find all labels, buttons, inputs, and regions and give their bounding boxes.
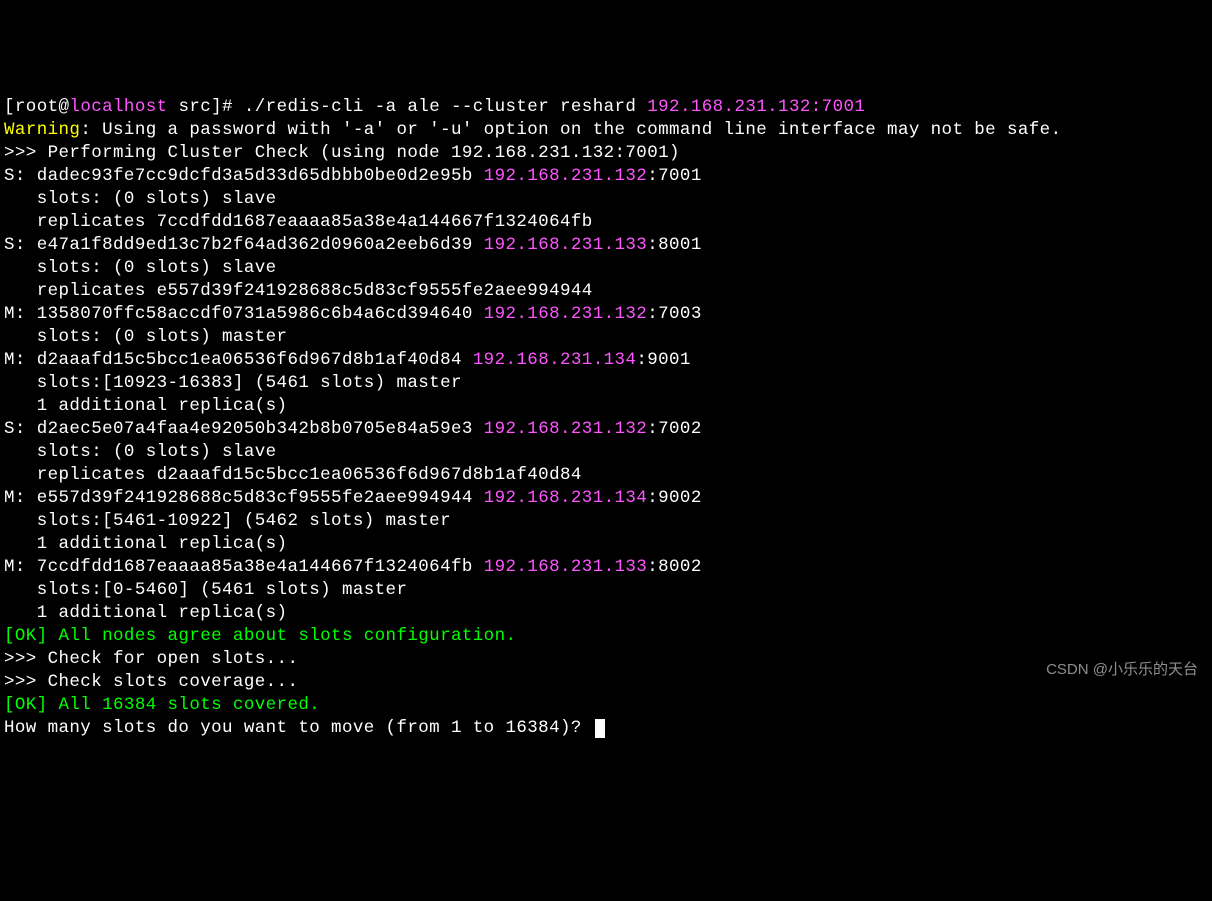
node-detail: slots:[10923-16383] (5461 slots) master	[4, 373, 462, 393]
node-port: :9001	[636, 350, 691, 370]
prompt-user: [root@	[4, 97, 69, 117]
ok-line: [OK] All 16384 slots covered.	[4, 694, 1208, 717]
node-detail-line: slots: (0 slots) slave	[4, 257, 1208, 280]
node-detail: slots:[0-5460] (5461 slots) master	[4, 580, 407, 600]
node-detail: slots: (0 slots) slave	[4, 189, 277, 209]
node-detail-line: slots: (0 slots) slave	[4, 441, 1208, 464]
node-ip: 192.168.231.134	[484, 488, 648, 508]
node-detail-line: slots: (0 slots) master	[4, 326, 1208, 349]
node-detail: slots: (0 slots) slave	[4, 442, 277, 462]
node-detail: slots: (0 slots) master	[4, 327, 287, 347]
check-slots-coverage: >>> Check slots coverage...	[4, 672, 298, 692]
node-detail-line: slots:[5461-10922] (5462 slots) master	[4, 510, 1208, 533]
ok-slots-covered: [OK] All 16384 slots covered.	[4, 695, 320, 715]
prompt-line: [root@localhost src]# ./redis-cli -a ale…	[4, 96, 1208, 119]
node-detail: slots:[5461-10922] (5462 slots) master	[4, 511, 451, 531]
node-detail-line: slots:[10923-16383] (5461 slots) master	[4, 372, 1208, 395]
node-detail-line: slots:[0-5460] (5461 slots) master	[4, 579, 1208, 602]
warning-line: Warning: Using a password with '-a' or '…	[4, 119, 1208, 142]
node-detail-line: 1 additional replica(s)	[4, 533, 1208, 556]
check-line: >>> Check for open slots...	[4, 648, 1208, 671]
node-detail-line: replicates d2aaafd15c5bcc1ea06536f6d967d…	[4, 464, 1208, 487]
node-port: :8001	[647, 235, 702, 255]
check-open-slots: >>> Check for open slots...	[4, 649, 298, 669]
node-ip: 192.168.231.133	[484, 235, 648, 255]
node-detail: replicates d2aaafd15c5bcc1ea06536f6d967d…	[4, 465, 582, 485]
node-header: S: e47a1f8dd9ed13c7b2f64ad362d0960a2eeb6…	[4, 234, 1208, 257]
node-id: M: e557d39f241928688c5d83cf9555fe2aee994…	[4, 488, 484, 508]
prompt-host: localhost	[69, 97, 167, 117]
terminal-output: [root@localhost src]# ./redis-cli -a ale…	[4, 96, 1208, 740]
node-id: M: d2aaafd15c5bcc1ea06536f6d967d8b1af40d…	[4, 350, 473, 370]
node-ip: 192.168.231.133	[484, 557, 648, 577]
prompt-path: src]#	[168, 97, 244, 117]
node-id: S: e47a1f8dd9ed13c7b2f64ad362d0960a2eeb6…	[4, 235, 484, 255]
node-header: M: e557d39f241928688c5d83cf9555fe2aee994…	[4, 487, 1208, 510]
slots-question[interactable]: How many slots do you want to move (from…	[4, 718, 593, 738]
node-ip: 192.168.231.132	[484, 419, 648, 439]
warning-label: Warning	[4, 120, 80, 140]
warning-msg: : Using a password with '-a' or '-u' opt…	[80, 120, 1061, 140]
node-detail: 1 additional replica(s)	[4, 396, 287, 416]
node-id: S: dadec93fe7cc9dcfd3a5d33d65dbbb0be0d2e…	[4, 166, 484, 186]
node-id: M: 1358070ffc58accdf0731a5986c6b4a6cd394…	[4, 304, 484, 324]
node-detail-line: 1 additional replica(s)	[4, 602, 1208, 625]
node-header: M: 1358070ffc58accdf0731a5986c6b4a6cd394…	[4, 303, 1208, 326]
node-detail: replicates 7ccdfdd1687eaaaa85a38e4a14466…	[4, 212, 593, 232]
ok-line: [OK] All nodes agree about slots configu…	[4, 625, 1208, 648]
node-port: :8002	[647, 557, 702, 577]
node-ip: 192.168.231.134	[473, 350, 637, 370]
node-header: S: dadec93fe7cc9dcfd3a5d33d65dbbb0be0d2e…	[4, 165, 1208, 188]
node-detail-line: 1 additional replica(s)	[4, 395, 1208, 418]
node-detail-line: replicates e557d39f241928688c5d83cf9555f…	[4, 280, 1208, 303]
input-cursor[interactable]	[595, 719, 605, 738]
cluster-check-header: >>> Performing Cluster Check (using node…	[4, 143, 680, 163]
node-detail-line: slots: (0 slots) slave	[4, 188, 1208, 211]
node-id: S: d2aec5e07a4faa4e92050b342b8b0705e84a5…	[4, 419, 484, 439]
node-header: M: 7ccdfdd1687eaaaa85a38e4a144667f132406…	[4, 556, 1208, 579]
node-port: :7002	[647, 419, 702, 439]
node-port: :7001	[647, 166, 702, 186]
node-ip: 192.168.231.132	[484, 166, 648, 186]
slots-prompt[interactable]: How many slots do you want to move (from…	[4, 717, 1208, 740]
watermark: CSDN @小乐乐的天台	[1046, 658, 1198, 681]
node-detail: slots: (0 slots) slave	[4, 258, 277, 278]
node-id: M: 7ccdfdd1687eaaaa85a38e4a144667f132406…	[4, 557, 484, 577]
node-header: M: d2aaafd15c5bcc1ea06536f6d967d8b1af40d…	[4, 349, 1208, 372]
node-port: :7003	[647, 304, 702, 324]
node-port: :9002	[647, 488, 702, 508]
node-ip: 192.168.231.132	[484, 304, 648, 324]
node-detail: 1 additional replica(s)	[4, 603, 287, 623]
header-line: >>> Performing Cluster Check (using node…	[4, 142, 1208, 165]
command[interactable]: ./redis-cli -a ale --cluster reshard	[244, 97, 647, 117]
node-detail-line: replicates 7ccdfdd1687eaaaa85a38e4a14466…	[4, 211, 1208, 234]
node-detail: replicates e557d39f241928688c5d83cf9555f…	[4, 281, 593, 301]
ok-slots-config: [OK] All nodes agree about slots configu…	[4, 626, 516, 646]
command-target[interactable]: 192.168.231.132:7001	[647, 97, 865, 117]
node-header: S: d2aec5e07a4faa4e92050b342b8b0705e84a5…	[4, 418, 1208, 441]
node-detail: 1 additional replica(s)	[4, 534, 287, 554]
